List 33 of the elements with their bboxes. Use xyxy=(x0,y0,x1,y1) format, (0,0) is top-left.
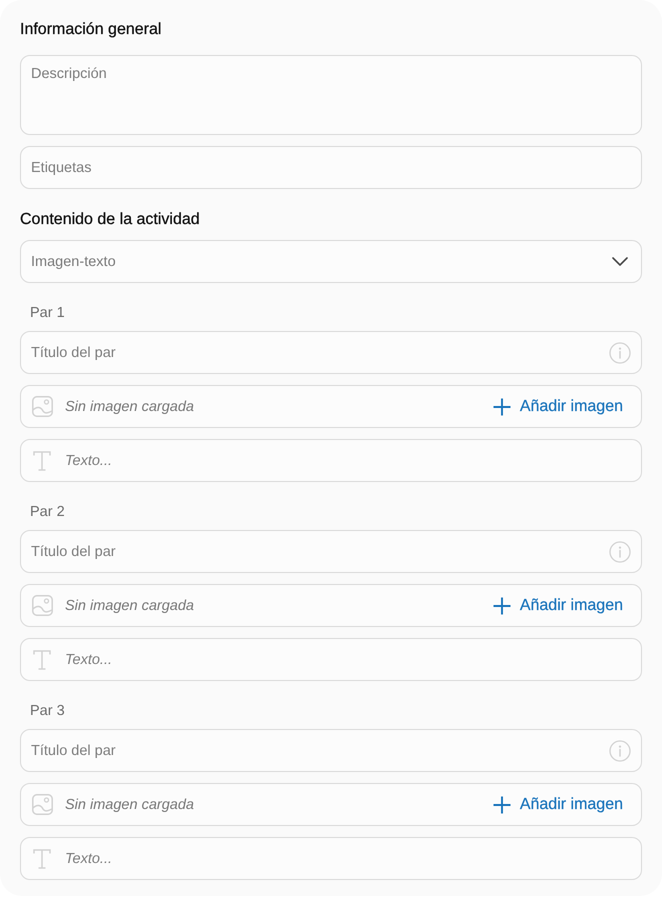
pair-label: Par 1 xyxy=(30,304,65,322)
activity-type-select[interactable]: Imagen-texto xyxy=(20,240,642,283)
plus-icon xyxy=(492,596,511,614)
section-heading: Información general xyxy=(20,20,162,40)
text-format-icon xyxy=(33,650,51,670)
pair-title-field[interactable]: Título del par xyxy=(20,530,642,573)
pair-text-field[interactable]: Texto... xyxy=(20,837,642,880)
tags-field[interactable]: Etiquetas xyxy=(20,146,642,189)
image-status-text: Sin imagen cargada xyxy=(65,598,194,614)
pair-title-field[interactable]: Título del par xyxy=(20,729,642,772)
description-field[interactable]: Descripción xyxy=(20,55,642,135)
text-format-icon xyxy=(33,849,51,869)
add-image-button[interactable]: Añadir imagen xyxy=(486,792,631,818)
info-icon[interactable] xyxy=(609,342,631,364)
image-icon xyxy=(32,794,53,815)
pair-label: Par 3 xyxy=(30,702,65,720)
pair-text-field[interactable]: Texto... xyxy=(20,439,642,482)
info-icon[interactable] xyxy=(609,740,631,762)
pair-label: Par 2 xyxy=(30,503,65,521)
add-image-button[interactable]: Añadir imagen xyxy=(486,592,631,618)
pair-title-field[interactable]: Título del par xyxy=(20,331,642,374)
section-heading: Contenido de la actividad xyxy=(20,210,200,230)
image-icon xyxy=(32,396,53,417)
plus-icon xyxy=(492,796,511,814)
plus-icon xyxy=(492,398,511,416)
image-status-text: Sin imagen cargada xyxy=(65,398,194,414)
chevron-down-icon xyxy=(612,257,628,266)
image-status-text: Sin imagen cargada xyxy=(65,796,194,812)
text-format-icon xyxy=(33,451,51,471)
info-icon[interactable] xyxy=(609,541,631,563)
add-image-button[interactable]: Añadir imagen xyxy=(486,394,631,420)
image-icon xyxy=(32,595,53,616)
pair-text-field[interactable]: Texto... xyxy=(20,638,642,681)
